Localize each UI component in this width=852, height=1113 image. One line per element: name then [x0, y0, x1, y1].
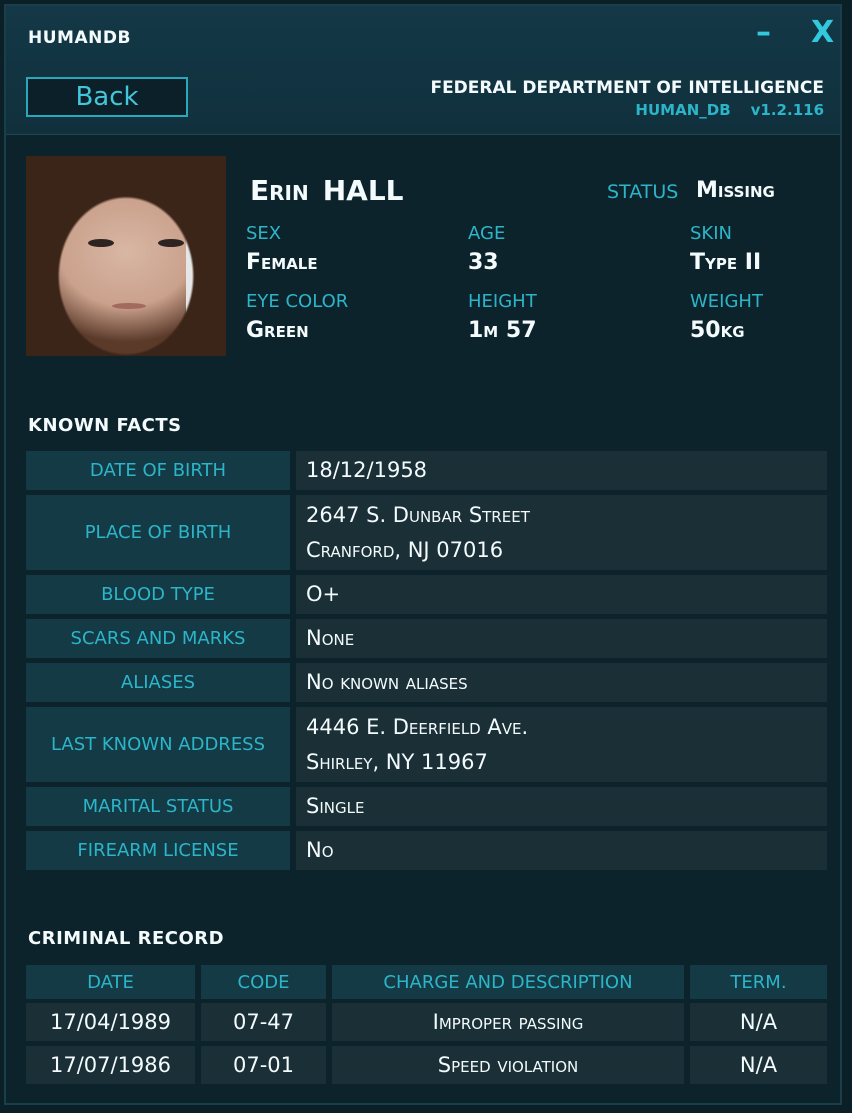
- record-code: 07-01: [201, 1046, 326, 1084]
- fact-row-place-of-birth: PLACE OF BIRTH 2647 S. Dunbar Street Cran…: [26, 495, 827, 570]
- column-header-date: DATE: [26, 965, 195, 999]
- minimize-icon[interactable]: –: [756, 18, 771, 48]
- record-term: N/A: [690, 1003, 827, 1041]
- column-header-charge: CHARGE AND DESCRIPTION: [332, 965, 684, 999]
- db-version: v1.2.116: [750, 101, 824, 119]
- app-title: HUMANDB: [28, 28, 131, 48]
- attr-label-weight: WEIGHT: [690, 291, 763, 312]
- fact-value: No known aliases: [296, 663, 827, 702]
- record-charge: Improper passing: [332, 1003, 684, 1041]
- fact-row-aliases: ALIASES No known aliases: [26, 663, 827, 702]
- fact-label: MARITAL STATUS: [26, 787, 290, 826]
- fact-row-firearm-license: FIREARM LICENSE No: [26, 831, 827, 870]
- department-title: FEDERAL DEPARTMENT OF INTELLIGENCE: [430, 78, 824, 98]
- db-name: HUMAN_DB: [635, 101, 731, 119]
- attr-label-sex: SEX: [246, 223, 282, 244]
- record-date: 17/04/1989: [26, 1003, 195, 1041]
- app-window: HUMANDB – X Back FEDERAL DEPARTMENT OF I…: [4, 4, 842, 1105]
- attr-value-skin: Type II: [690, 250, 762, 275]
- record-charge: Speed violation: [332, 1046, 684, 1084]
- attr-value-eye-color: Green: [246, 318, 309, 343]
- fact-label: LAST KNOWN ADDRESS: [26, 707, 290, 782]
- record-term: N/A: [690, 1046, 827, 1084]
- attr-label-skin: SKIN: [690, 223, 733, 244]
- column-header-code: CODE: [201, 965, 326, 999]
- fact-label: PLACE OF BIRTH: [26, 495, 290, 570]
- attr-label-age: AGE: [468, 223, 506, 244]
- attr-value-weight: 50kg: [690, 318, 745, 343]
- fact-row-last-known-address: LAST KNOWN ADDRESS 4446 E. Deerfield Ave…: [26, 707, 827, 782]
- criminal-record-title: CRIMINAL RECORD: [28, 928, 225, 949]
- fact-value: 4446 E. Deerfield Ave. Shirley, NY 11967: [296, 707, 827, 782]
- status-label: STATUS: [607, 181, 679, 203]
- fact-value: 18/12/1958: [296, 451, 827, 490]
- attr-value-sex: Female: [246, 250, 318, 275]
- known-facts-title: KNOWN FACTS: [28, 415, 182, 436]
- fact-value: None: [296, 619, 827, 658]
- attr-label-eye-color: EYE COLOR: [246, 291, 349, 312]
- subject-name: Erin HALL: [250, 174, 404, 207]
- first-name: Erin: [250, 174, 309, 207]
- fact-label: BLOOD TYPE: [26, 575, 290, 614]
- last-name: HALL: [322, 174, 404, 207]
- back-button[interactable]: Back: [26, 77, 188, 117]
- fact-label: FIREARM LICENSE: [26, 831, 290, 870]
- fact-value: O+: [296, 575, 827, 614]
- fact-row-date-of-birth: DATE OF BIRTH 18/12/1958: [26, 451, 827, 490]
- attr-value-age: 33: [468, 250, 499, 275]
- fact-row-scars-and-marks: SCARS AND MARKS None: [26, 619, 827, 658]
- header: HUMANDB – X Back FEDERAL DEPARTMENT OF I…: [6, 6, 840, 135]
- profile-photo: [26, 156, 226, 356]
- fact-label: SCARS AND MARKS: [26, 619, 290, 658]
- fact-value: 2647 S. Dunbar Street Cranford, NJ 07016: [296, 495, 827, 570]
- status-value: Missing: [696, 178, 775, 203]
- attr-label-height: HEIGHT: [468, 291, 537, 312]
- fact-label: ALIASES: [26, 663, 290, 702]
- db-info: HUMAN_DB v1.2.116: [615, 101, 824, 119]
- close-icon[interactable]: X: [811, 18, 834, 48]
- record-code: 07-47: [201, 1003, 326, 1041]
- fact-value: Single: [296, 787, 827, 826]
- fact-row-blood-type: BLOOD TYPE O+: [26, 575, 827, 614]
- attr-value-height: 1m 57: [468, 318, 537, 343]
- fact-label: DATE OF BIRTH: [26, 451, 290, 490]
- column-header-term: TERM.: [690, 965, 827, 999]
- fact-row-marital-status: MARITAL STATUS Single: [26, 787, 827, 826]
- record-date: 17/07/1986: [26, 1046, 195, 1084]
- fact-value: No: [296, 831, 827, 870]
